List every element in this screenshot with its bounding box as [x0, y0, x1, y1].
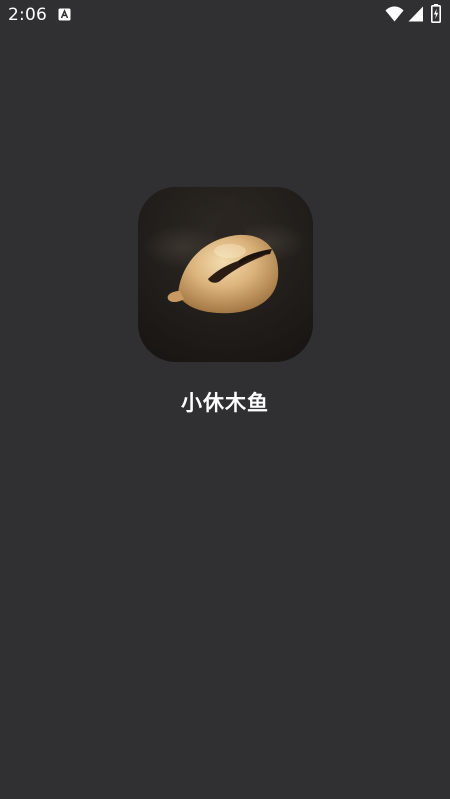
status-time: 2:06: [8, 5, 47, 25]
status-bar: 2:06: [0, 0, 450, 32]
wifi-icon: [385, 6, 404, 22]
app-name: 小休木鱼: [181, 391, 269, 415]
cell-signal-icon: [408, 6, 423, 22]
wooden-fish-app-icon: [138, 187, 313, 362]
android-a-icon: [58, 8, 71, 21]
battery-charging-icon: [431, 4, 441, 23]
splash-screen: 2:06 小休木鱼: [0, 0, 450, 799]
